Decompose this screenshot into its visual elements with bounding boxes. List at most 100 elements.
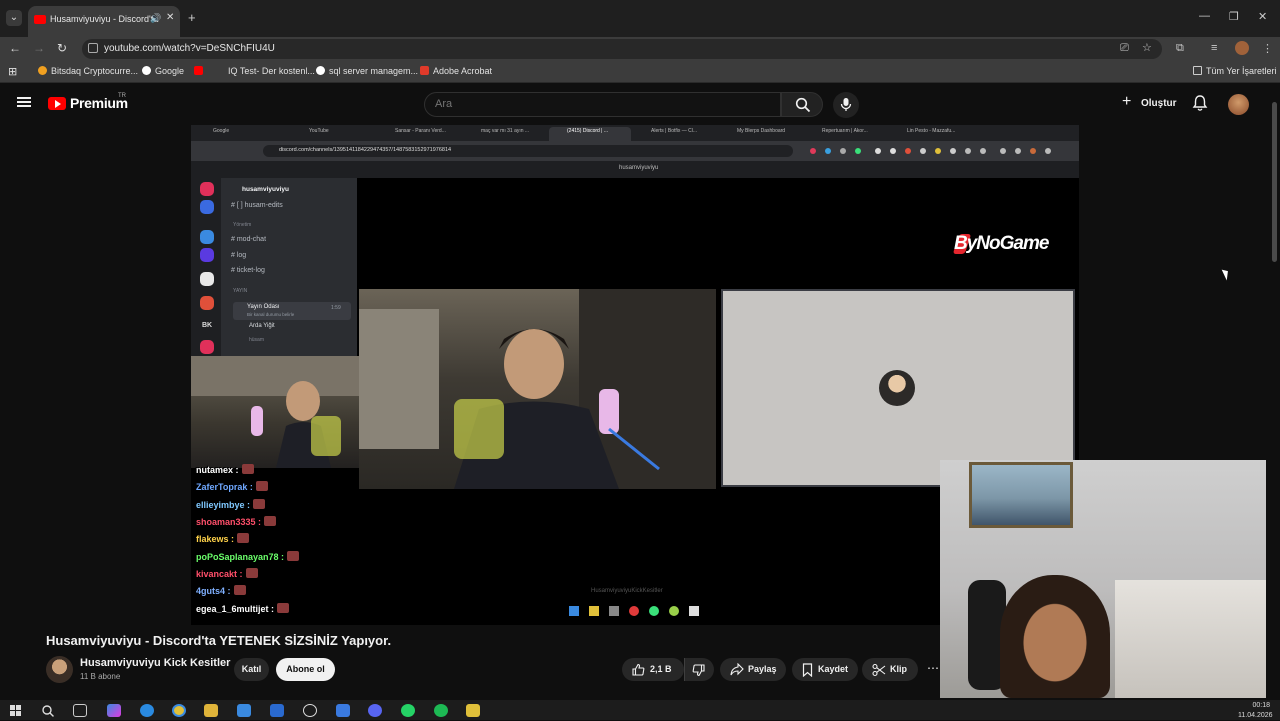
server-icon <box>200 200 214 214</box>
join-button[interactable]: Katıl <box>234 658 269 681</box>
notifications-bell-icon[interactable] <box>1192 94 1208 112</box>
search-input[interactable] <box>435 98 755 110</box>
outlook-icon[interactable] <box>270 704 284 717</box>
chrome-icon[interactable] <box>172 704 186 717</box>
browser-tab-strip: ⌄ Husamviyuviyu - Discord'ta 🔊 ✕ + — ❐ ✕ <box>0 0 1280 37</box>
spotify-icon[interactable] <box>434 704 448 717</box>
bookmarks-bar: ⊞ Bitsdaq Cryptocurre... Google IQ Test-… <box>0 61 1280 83</box>
voice-search-button[interactable] <box>833 92 859 118</box>
user-avatar <box>879 370 915 406</box>
reload-button[interactable]: ↻ <box>57 41 67 55</box>
tab-close-icon[interactable]: ✕ <box>166 12 174 23</box>
youtube-logo-icon[interactable] <box>48 97 66 110</box>
window-close-button[interactable]: ✕ <box>1258 10 1267 23</box>
taskbar-search-icon[interactable] <box>41 704 55 717</box>
tab-title: Husamviyuviyu - Discord'ta <box>50 14 159 24</box>
scissors-icon <box>872 663 886 677</box>
edge-icon[interactable] <box>140 704 154 717</box>
windows-start-icon[interactable] <box>9 704 23 717</box>
share-icon <box>730 663 744 676</box>
thumbs-up-icon <box>632 663 645 676</box>
bookmark-icon <box>802 663 813 677</box>
profile-avatar[interactable] <box>1235 41 1249 55</box>
bookmark-google[interactable]: Google <box>142 66 184 76</box>
more-actions-icon[interactable]: ⋯ <box>923 658 943 681</box>
bookmark-star-icon[interactable]: ☆ <box>1142 41 1152 54</box>
whatsapp-icon[interactable] <box>401 704 415 717</box>
task-view-icon[interactable] <box>73 704 87 717</box>
all-bookmarks-folder[interactable]: Tüm Yer İşaretleri <box>1193 66 1277 76</box>
like-button[interactable]: 2,1 B <box>622 658 684 681</box>
back-button[interactable]: ← <box>9 41 21 55</box>
clip-button[interactable]: Klip <box>862 658 918 681</box>
m365-icon[interactable] <box>336 704 350 717</box>
stream-chat-overlay: nutamex : ZaferToprak : ellieyimbye : sh… <box>191 462 361 622</box>
streamer-webcam-overlay <box>940 460 1266 698</box>
bookmark-youtube[interactable] <box>194 66 207 76</box>
account-avatar[interactable] <box>1228 94 1249 115</box>
browser-tab-active[interactable]: Husamviyuviyu - Discord'ta 🔊 ✕ <box>28 6 180 37</box>
chat-message: flakews : <box>196 533 250 544</box>
tab-audio-icon[interactable]: 🔊 <box>150 13 161 24</box>
windows-taskbar: 00:18 11.04.2026 <box>0 700 1280 720</box>
guide-menu-icon[interactable] <box>17 97 31 107</box>
channel-ticket-log: # ticket-log <box>231 267 265 274</box>
store-icon[interactable] <box>237 704 251 717</box>
like-count: 2,1 B <box>650 664 672 674</box>
media-control-icon[interactable]: ≡ <box>1211 42 1217 54</box>
apps-grid-icon[interactable]: ⊞ <box>8 65 17 78</box>
stream-browser-tab-strip: Google YouTube Sansar - Paranı Verd... m… <box>191 125 1079 141</box>
discord-server-list: BK <box>191 178 221 358</box>
file-explorer-icon[interactable] <box>204 704 218 717</box>
url-text[interactable]: youtube.com/watch?v=DeSNChFIU4U <box>104 43 275 54</box>
server-icon <box>200 340 214 354</box>
taskbar-clock[interactable]: 00:18 11.04.2026 <box>1238 701 1273 721</box>
bookmark-bitsdaq[interactable]: Bitsdaq Cryptocurre... <box>38 66 138 76</box>
channel-mod-chat: # mod-chat <box>231 236 267 243</box>
channel-avatar[interactable] <box>46 656 73 683</box>
app-icon[interactable] <box>466 704 480 717</box>
tab-search-button[interactable]: ⌄ <box>6 10 22 26</box>
voice-member: hüsam <box>249 337 265 343</box>
youtube-favicon-icon <box>34 15 46 24</box>
channel-name[interactable]: Husamviyuviyu Kick Kesitler <box>80 657 230 669</box>
forward-button[interactable]: → <box>33 41 45 55</box>
install-app-icon[interactable]: ⎚ <box>1120 42 1129 55</box>
secondary-camera-feed <box>191 356 359 468</box>
restore-button[interactable]: ❐ <box>1229 10 1239 23</box>
copilot-icon[interactable] <box>107 704 121 717</box>
menu-kebab-icon[interactable]: ⋮ <box>1262 42 1273 55</box>
stream-tab: Sansar - Paranı Verd... <box>395 128 446 134</box>
create-button[interactable]: + Oluştur <box>1116 92 1178 116</box>
minimize-button[interactable]: — <box>1199 10 1210 22</box>
bookmark-adobe[interactable]: Adobe Acrobat <box>420 66 492 76</box>
thumbs-down-icon <box>692 664 705 677</box>
dislike-button[interactable] <box>684 658 714 681</box>
stream-tab: My Blerps Dashboard <box>737 128 786 134</box>
category-admin: Yönetim <box>233 222 252 228</box>
main-camera-feed <box>359 289 716 489</box>
stream-tab: (2415) Discord | ... <box>567 128 609 134</box>
discord-icon[interactable] <box>368 704 382 717</box>
create-label: Oluştur <box>1141 98 1177 109</box>
page-scrollbar-thumb[interactable] <box>1272 102 1277 262</box>
extensions-icon[interactable]: ⧉ <box>1176 42 1184 55</box>
discord-server-name: husamviyuviyu <box>242 186 289 193</box>
share-button[interactable]: Paylaş <box>720 658 786 681</box>
app-icon[interactable] <box>303 704 317 717</box>
address-bar[interactable]: youtube.com/watch?v=DeSNChFIU4U ⎚ ☆ <box>82 39 1162 59</box>
chat-message: egea_1_6multijet : <box>196 603 290 614</box>
site-info-icon[interactable] <box>88 43 98 53</box>
search-box[interactable] <box>424 92 781 117</box>
discord-user-tile <box>721 289 1075 487</box>
discord-title: husamviyuviyu <box>619 165 659 171</box>
save-button[interactable]: Kaydet <box>792 658 858 681</box>
bookmark-sql-server[interactable]: sql server managem... <box>316 66 418 76</box>
new-tab-button[interactable]: + <box>188 10 196 25</box>
subscribe-button[interactable]: Abone ol <box>276 658 335 681</box>
bookmark-iq-test[interactable]: IQ Test- Der kostenl... <box>228 66 315 76</box>
wall-painting <box>969 462 1073 528</box>
search-button[interactable] <box>781 92 823 117</box>
server-icon <box>200 296 214 310</box>
microphone-icon <box>840 98 852 111</box>
